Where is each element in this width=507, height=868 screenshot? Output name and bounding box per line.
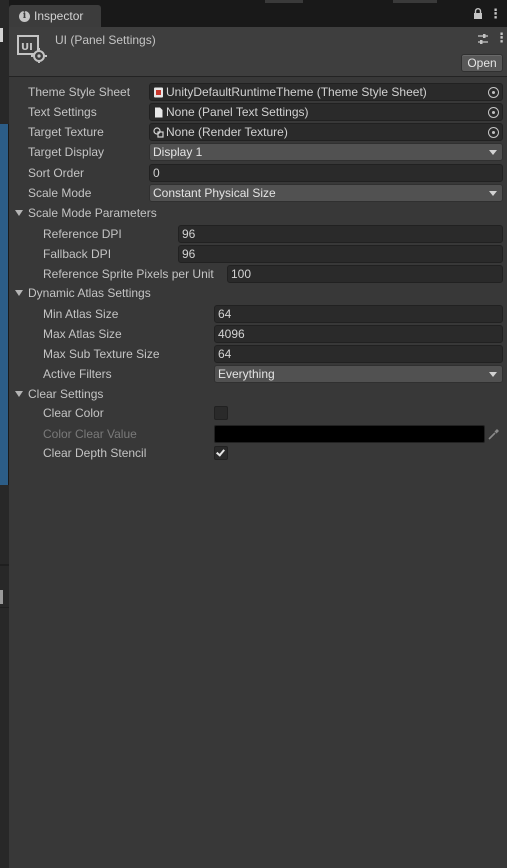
color-clear-value-label: Color Clear Value	[43, 427, 137, 441]
active-filters-dropdown[interactable]: Everything	[214, 365, 503, 383]
component-title: UI (Panel Settings)	[55, 33, 156, 47]
checkmark-icon	[216, 447, 225, 457]
component-menu-icon[interactable]: ⋮	[495, 31, 507, 45]
scale-mode-value: Constant Physical Size	[153, 186, 276, 200]
foldout-expanded-icon	[15, 290, 23, 296]
tab-inspector-label: Inspector	[34, 9, 84, 23]
max-sub-texture-size-label: Max Sub Texture Size	[43, 347, 160, 361]
fallback-dpi-input[interactable]: 96	[178, 245, 503, 263]
color-clear-value-swatch[interactable]	[214, 425, 485, 443]
left-panel-marker	[0, 590, 3, 604]
max-sub-texture-size-input[interactable]: 64	[214, 345, 503, 363]
scale-mode-parameters-foldout[interactable]: Scale Mode Parameters	[9, 203, 507, 223]
tab-inspector[interactable]: i Inspector	[9, 5, 101, 27]
info-icon: i	[19, 10, 30, 22]
dynamic-atlas-settings-foldout[interactable]: Dynamic Atlas Settings	[9, 283, 507, 303]
sort-order-row: Sort Order 0	[9, 163, 507, 183]
reference-dpi-row: Reference DPI 96	[9, 224, 507, 244]
object-picker-icon[interactable]	[488, 127, 499, 138]
object-picker-icon[interactable]	[488, 87, 499, 98]
max-sub-texture-size-row: Max Sub Texture Size 64	[9, 344, 507, 364]
reference-dpi-label: Reference DPI	[43, 227, 122, 241]
style-sheet-icon	[154, 87, 163, 98]
eyedropper-icon[interactable]	[487, 427, 501, 441]
target-texture-row: Target Texture None (Render Texture)	[9, 122, 507, 142]
theme-style-sheet-row: Theme Style Sheet UnityDefaultRuntimeThe…	[9, 82, 507, 102]
text-settings-row: Text Settings None (Panel Text Settings)	[9, 102, 507, 122]
left-panel-selection	[0, 124, 9, 485]
clear-depth-stencil-checkbox[interactable]	[214, 446, 228, 460]
reference-dpi-input[interactable]: 96	[178, 225, 503, 243]
max-atlas-size-label: Max Atlas Size	[43, 327, 122, 341]
target-display-label: Target Display	[28, 145, 105, 159]
lock-icon[interactable]	[473, 8, 483, 20]
object-picker-icon[interactable]	[488, 107, 499, 118]
target-texture-label: Target Texture	[28, 125, 104, 139]
kebab-menu-icon[interactable]: ⋮	[489, 7, 502, 20]
clear-depth-stencil-label: Clear Depth Stencil	[43, 446, 147, 460]
clear-settings-foldout[interactable]: Clear Settings	[9, 384, 507, 404]
text-settings-label: Text Settings	[28, 105, 97, 119]
clear-color-label: Clear Color	[43, 406, 104, 420]
dropdown-arrow-icon	[489, 150, 497, 155]
foldout-expanded-icon	[15, 391, 23, 397]
theme-style-sheet-value: UnityDefaultRuntimeTheme (Theme Style Sh…	[166, 85, 427, 99]
foldout-expanded-icon	[15, 210, 23, 216]
left-panel-divider	[0, 607, 9, 608]
scale-mode-dropdown[interactable]: Constant Physical Size	[149, 184, 503, 202]
tab-bar: i Inspector ⋮	[9, 0, 507, 27]
render-texture-icon	[153, 127, 164, 138]
max-atlas-size-row: Max Atlas Size 4096	[9, 324, 507, 344]
file-icon	[155, 107, 163, 118]
min-atlas-size-label: Min Atlas Size	[43, 307, 119, 321]
scale-mode-label: Scale Mode	[28, 186, 92, 200]
fallback-dpi-label: Fallback DPI	[43, 247, 112, 261]
open-button[interactable]: Open	[461, 54, 503, 72]
text-settings-field[interactable]: None (Panel Text Settings)	[149, 103, 503, 121]
scale-mode-row: Scale Mode Constant Physical Size	[9, 183, 507, 203]
dropdown-arrow-icon	[489, 191, 497, 196]
preset-settings-icon[interactable]	[477, 33, 489, 45]
dropdown-arrow-icon	[489, 372, 497, 377]
text-settings-value: None (Panel Text Settings)	[166, 105, 309, 119]
target-display-value: Display 1	[153, 145, 203, 159]
panel-settings-icon: UI	[17, 35, 47, 63]
theme-style-sheet-field[interactable]: UnityDefaultRuntimeTheme (Theme Style Sh…	[149, 83, 503, 101]
reference-sprite-ppu-row: Reference Sprite Pixels per Unit 100	[9, 264, 507, 284]
min-atlas-size-input[interactable]: 64	[214, 305, 503, 323]
scale-mode-parameters-label: Scale Mode Parameters	[28, 206, 157, 220]
left-panel-edge	[0, 0, 9, 868]
left-panel-marker	[0, 28, 3, 42]
min-atlas-size-row: Min Atlas Size 64	[9, 304, 507, 324]
active-filters-label: Active Filters	[43, 367, 112, 381]
color-clear-value-row: Color Clear Value	[9, 424, 507, 444]
fallback-dpi-row: Fallback DPI 96	[9, 244, 507, 264]
target-texture-field[interactable]: None (Render Texture)	[149, 123, 503, 141]
left-panel-divider	[0, 564, 9, 566]
target-texture-value: None (Render Texture)	[166, 125, 288, 139]
clear-color-checkbox[interactable]	[214, 406, 228, 420]
theme-style-sheet-label: Theme Style Sheet	[28, 85, 131, 99]
tab-bar-edge	[265, 0, 303, 3]
tab-bar-edge	[393, 0, 437, 3]
clear-depth-stencil-row: Clear Depth Stencil	[9, 443, 507, 463]
max-atlas-size-input[interactable]: 4096	[214, 325, 503, 343]
component-header: UI UI (Panel Settings) ⋮ Open	[9, 27, 507, 77]
dynamic-atlas-settings-label: Dynamic Atlas Settings	[28, 286, 151, 300]
sort-order-label: Sort Order	[28, 166, 85, 180]
active-filters-value: Everything	[218, 367, 275, 381]
target-display-dropdown[interactable]: Display 1	[149, 143, 503, 161]
active-filters-row: Active Filters Everything	[9, 364, 507, 384]
target-display-row: Target Display Display 1	[9, 142, 507, 162]
svg-text:UI: UI	[21, 42, 33, 53]
sort-order-input[interactable]: 0	[149, 164, 503, 182]
clear-settings-label: Clear Settings	[28, 387, 104, 401]
reference-sprite-ppu-label: Reference Sprite Pixels per Unit	[43, 267, 214, 281]
reference-sprite-ppu-input[interactable]: 100	[227, 265, 503, 283]
clear-color-row: Clear Color	[9, 403, 507, 423]
